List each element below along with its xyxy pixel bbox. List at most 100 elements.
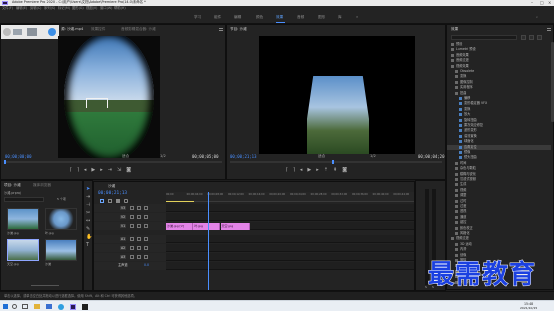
mute-icon[interactable]	[144, 246, 148, 250]
file-explorer-icon[interactable]	[34, 304, 40, 309]
play-icon[interactable]: ▶	[91, 167, 100, 173]
tab-audio-clip-mixer[interactable]: 音频剪辑混合器: 沙滩	[121, 27, 156, 32]
mark-out-icon[interactable]: ⌉	[77, 167, 84, 173]
program-timecode-left[interactable]: 00;00;21;13	[230, 155, 257, 159]
track-header-v2[interactable]: V2	[94, 213, 166, 221]
eye-icon[interactable]	[144, 215, 148, 219]
source-fit-dropdown[interactable]: 适合	[122, 154, 129, 159]
mark-out-icon[interactable]: ⌉	[293, 167, 300, 173]
source-fraction-dropdown[interactable]: 1/2	[160, 154, 166, 159]
view-icon[interactable]	[27, 28, 37, 36]
meter-solo-s[interactable]: S	[425, 286, 427, 289]
lock-icon[interactable]	[130, 224, 134, 228]
source-timecode-left[interactable]: 00;00;00;00	[5, 155, 32, 159]
settings-wrench-icon[interactable]	[124, 199, 128, 203]
workspace-assembly[interactable]: 组件	[214, 15, 221, 20]
accelerated-effects-icon[interactable]	[521, 35, 526, 40]
sync-icon[interactable]	[137, 255, 141, 259]
lock-icon[interactable]	[130, 246, 134, 250]
workspace-audio[interactable]: 音频	[297, 15, 304, 20]
menu-graphics[interactable]: 图形(G)	[72, 6, 84, 10]
app-taskbar-icon[interactable]	[82, 304, 88, 310]
track-header-a2[interactable]: A2	[94, 244, 166, 252]
timeline-clip[interactable]: 天空.jpg	[220, 222, 250, 230]
track-lane-a2[interactable]	[166, 244, 414, 252]
menu-window[interactable]: 窗口(W)	[100, 6, 112, 10]
track-header-v1[interactable]: V1	[94, 222, 166, 230]
menu-clip[interactable]: 剪辑(C)	[30, 6, 41, 10]
tab-source[interactable]: 源: 沙滩.mp4	[61, 27, 83, 32]
sync-icon[interactable]	[137, 215, 141, 219]
tab-timeline-sequence[interactable]: 沙滩	[108, 184, 115, 189]
export-frame-icon[interactable]: ◙	[126, 167, 136, 173]
work-area-bar[interactable]	[166, 201, 194, 202]
sync-icon[interactable]	[137, 237, 141, 241]
workspace-editing[interactable]: 编辑	[234, 15, 241, 20]
add-marker-icon[interactable]	[116, 199, 120, 203]
track-header-主声道[interactable]: 主声道 0.0	[94, 262, 166, 270]
overwrite-icon[interactable]: ⇲	[117, 167, 126, 173]
selection-tool-icon[interactable]: ➤	[86, 187, 90, 192]
project-thumb-sequence[interactable]	[45, 239, 77, 261]
panel-menu-icon[interactable]	[547, 28, 551, 31]
task-view-icon[interactable]	[22, 304, 28, 309]
yuv-effects-icon[interactable]	[537, 35, 542, 40]
insert-icon[interactable]: ⇥	[108, 167, 117, 173]
eye-icon[interactable]	[144, 206, 148, 210]
sync-icon[interactable]	[137, 246, 141, 250]
track-select-tool-icon[interactable]: ⇥	[86, 195, 90, 200]
minimize-icon[interactable]: –	[531, 0, 533, 5]
track-header-v3[interactable]: V3	[94, 204, 166, 212]
close-icon[interactable]: ×	[548, 0, 551, 5]
tab-media-browser[interactable]: 媒体浏览器	[33, 183, 51, 188]
help-icon[interactable]	[48, 28, 56, 36]
play-icon[interactable]: ▶	[307, 167, 316, 173]
folder-icon[interactable]	[13, 29, 22, 35]
mute-icon[interactable]	[144, 255, 148, 259]
search-icon[interactable]: ⌕	[536, 15, 538, 20]
razor-tool-icon[interactable]: ✂	[86, 211, 90, 216]
menu-sequence[interactable]: 序列(S)	[44, 6, 55, 10]
lock-icon[interactable]	[130, 255, 134, 259]
mark-in-icon[interactable]: ⌈	[70, 167, 77, 173]
tab-program[interactable]: 节目: 沙滩	[230, 27, 247, 32]
source-playhead[interactable]	[4, 160, 6, 164]
menu-view[interactable]: 视图(V)	[86, 6, 97, 10]
project-thumb-beach[interactable]	[7, 208, 39, 230]
step-forward-icon[interactable]: ▸	[100, 167, 108, 173]
track-lane-主声道[interactable]	[166, 262, 414, 270]
premiere-taskbar-icon[interactable]	[70, 304, 76, 310]
panel-menu-icon[interactable]	[219, 28, 223, 31]
sync-icon[interactable]	[137, 206, 141, 210]
project-thumb-leaf[interactable]	[45, 208, 77, 230]
back-icon[interactable]	[3, 28, 11, 36]
maximize-icon[interactable]: □	[540, 0, 544, 5]
export-frame-icon[interactable]: ◙	[342, 167, 352, 173]
workspace-more-icon[interactable]: »	[356, 15, 358, 20]
lock-icon[interactable]	[130, 206, 134, 210]
tab-effects[interactable]: 效果	[451, 27, 458, 32]
source-scrub-bar[interactable]	[4, 161, 222, 163]
menu-file[interactable]: 文件(F)	[2, 6, 13, 10]
program-fit-dropdown[interactable]: 适合	[318, 154, 325, 159]
timeline-timecode[interactable]: 00;00;21;13	[98, 191, 127, 196]
tab-project[interactable]: 项目: 沙滩	[4, 183, 21, 188]
program-fraction-dropdown[interactable]: 1/2	[370, 154, 376, 159]
lock-icon[interactable]	[130, 215, 134, 219]
workspace-effects[interactable]: 效果	[276, 15, 283, 20]
32bit-effects-icon[interactable]	[529, 35, 534, 40]
timeline-clip[interactable]: 沙滩.jpg [V]	[166, 222, 193, 230]
track-lane-a3[interactable]	[166, 253, 414, 261]
workspace-libraries[interactable]: 库	[338, 15, 342, 20]
program-scrub-bar[interactable]	[230, 161, 442, 163]
track-lane-v1[interactable]: 沙滩.jpg [V] 叶.jpg 天空.jpg	[166, 222, 414, 230]
mark-in-icon[interactable]: ⌈	[286, 167, 293, 173]
snap-icon[interactable]	[100, 199, 104, 203]
workspace-learning[interactable]: 学习	[194, 15, 201, 20]
ripple-edit-tool-icon[interactable]: ⊣	[86, 203, 90, 208]
hand-tool-icon[interactable]: ✋	[86, 235, 92, 240]
project-search-field[interactable]	[4, 197, 44, 202]
timeline-clip[interactable]: 叶.jpg	[193, 222, 221, 230]
project-thumb-sky[interactable]	[7, 239, 39, 261]
store-icon[interactable]	[46, 304, 52, 309]
